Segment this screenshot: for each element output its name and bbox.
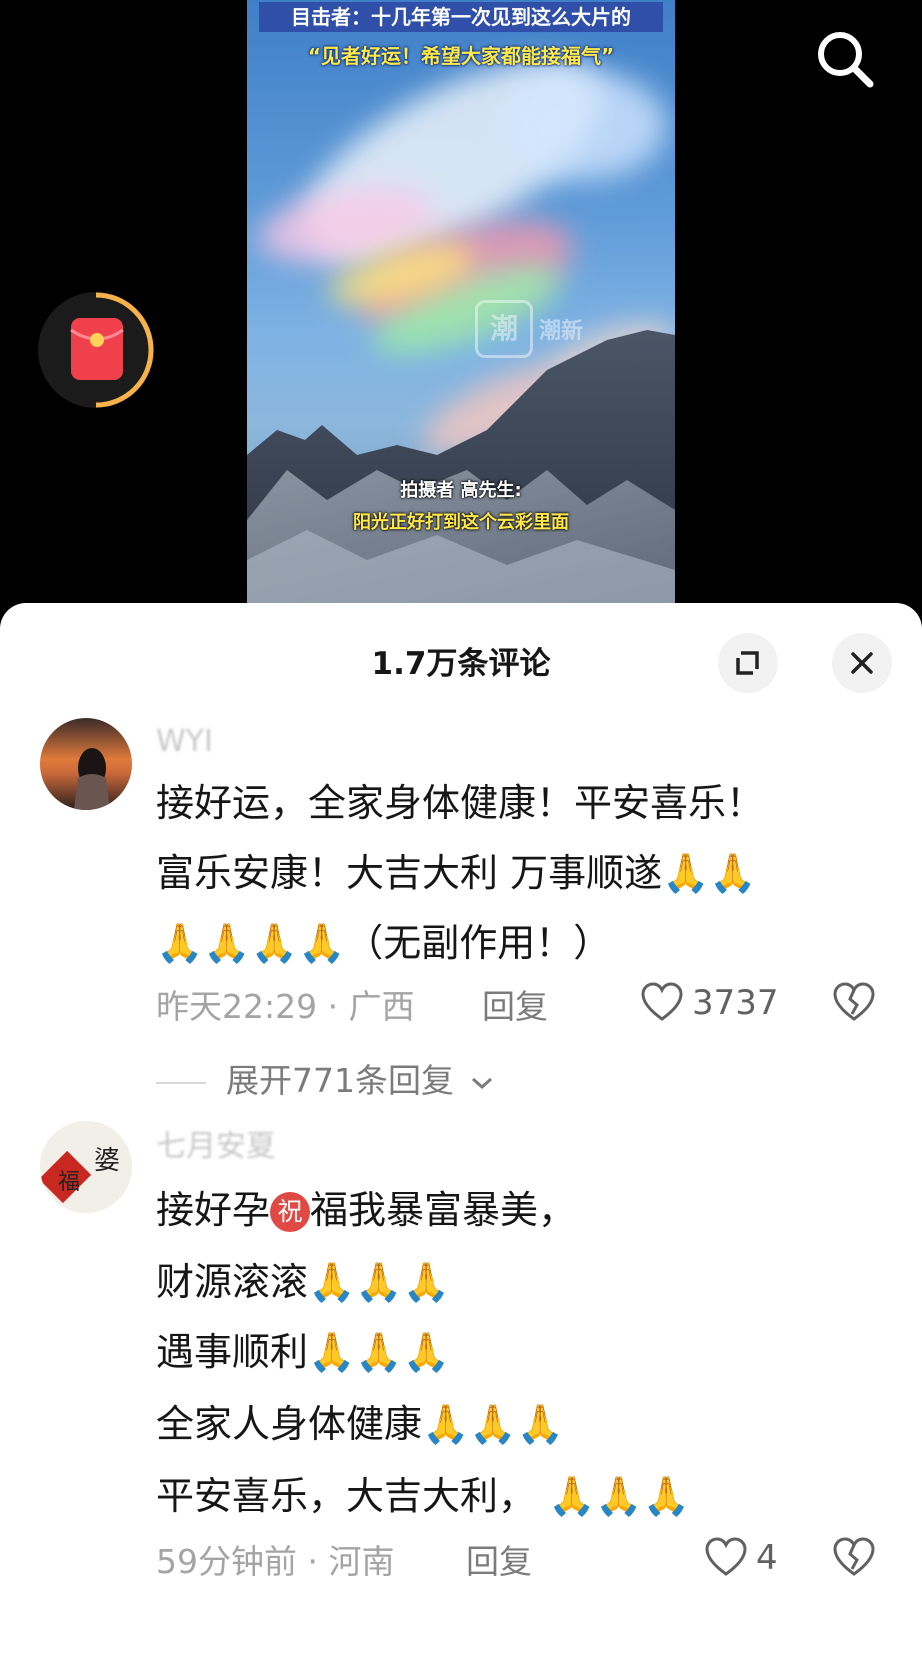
dislike-button[interactable] [832,981,876,1025]
comments-sheet: 1.7万条评论 WYI 接好运，全家身体健康！平安喜乐！ 富乐安康！大吉大利 万… [0,603,922,1657]
video-player[interactable]: 目击者：十几年第一次见到这么大片的 “见者好运！希望大家都能接福气” 潮潮新 拍… [0,0,922,620]
expand-button[interactable] [718,633,778,693]
expand-icon [736,651,759,675]
avatar-image: 福 婆 [40,1121,132,1213]
comment-text-line: 富乐安康！大吉大利 万事顺遂🙏🙏 [156,851,757,895]
reply-button[interactable]: 回复 [466,1535,532,1583]
broken-heart-icon [833,982,875,1021]
video-caption-headline: 目击者：十几年第一次见到这么大片的 [259,2,663,32]
search-button[interactable] [812,26,880,94]
watermark-logo: 潮潮新 [475,300,615,360]
video-subtitle-text: 阳光正好打到这个云彩里面 [353,512,569,533]
comment-item: 福 婆 七月安夏 接好孕祝福我暴富暴美， 财源滚滚🙏🙏🙏 遇事顺利🙏🙏🙏 全家人… [0,1121,922,1657]
comment-text-fragment: 接好孕 [156,1188,271,1232]
comment-username[interactable]: WYI [156,724,213,759]
avatar-char: 福 [58,1170,80,1195]
comment-text-fragment: 福我暴富暴美， [310,1188,577,1232]
red-packet-button[interactable] [38,292,160,414]
expand-replies-label: 展开771条回复 [226,1061,454,1100]
comment-text-line: 平安喜乐，大吉大利， 🙏🙏🙏 [156,1474,691,1518]
heart-icon [641,982,683,1021]
heart-icon [705,1537,747,1576]
like-button[interactable]: 4 [704,1536,794,1580]
like-count: 3737 [692,983,779,1023]
watermark-glyph: 潮 [475,300,533,358]
avatar-image [40,718,132,810]
comment-text-line: 遇事顺利🙏🙏🙏 [156,1330,450,1374]
comment-timestamp-location: 59分钟前 · 河南 [156,1542,395,1581]
close-button[interactable] [832,633,892,693]
avatar[interactable] [40,718,132,810]
comment-username[interactable]: 七月安夏 [156,1121,276,1165]
video-caption-quote: “见者好运！希望大家都能接福气” [307,44,615,68]
red-packet-icon [38,292,154,408]
video-frame[interactable]: 目击者：十几年第一次见到这么大片的 “见者好运！希望大家都能接福气” 潮潮新 拍… [247,0,675,605]
avatar-char: 婆 [94,1146,120,1176]
close-icon [851,652,873,674]
chevron-down-icon [471,1077,492,1089]
comment-text-line: 财源滚滚🙏🙏🙏 [156,1260,450,1304]
search-icon [818,32,874,88]
divider-dash [156,1081,206,1084]
comment-text-line: 接好运，全家身体健康！平安喜乐！ [156,781,765,825]
comments-count-title: 1.7万条评论 [371,646,551,682]
dislike-button[interactable] [832,1536,876,1580]
video-subtitle-speaker: 拍摄者 高先生: [400,480,522,501]
reply-button[interactable]: 回复 [482,980,548,1028]
expand-replies-button[interactable]: 展开771条回复 [156,1054,495,1102]
comment-item: WYI 接好运，全家身体健康！平安喜乐！ 富乐安康！大吉大利 万事顺遂🙏🙏 🙏🙏… [0,718,922,1100]
comment-text-line: 全家人身体健康🙏🙏🙏 [156,1402,564,1446]
avatar[interactable]: 福 婆 [40,1121,132,1213]
watermark-text: 潮新 [539,319,584,344]
like-count: 4 [756,1538,778,1578]
comment-text-line: 🙏🙏🙏🙏（无副作用！） [156,921,612,965]
broken-heart-icon [833,1537,875,1576]
comment-timestamp-location: 昨天22:29 · 广西 [156,987,415,1026]
comment-text-line: 接好孕祝福我暴富暴美， [156,1179,576,1234]
blessing-badge: 祝 [270,1192,311,1232]
like-button[interactable]: 3737 [640,981,780,1025]
